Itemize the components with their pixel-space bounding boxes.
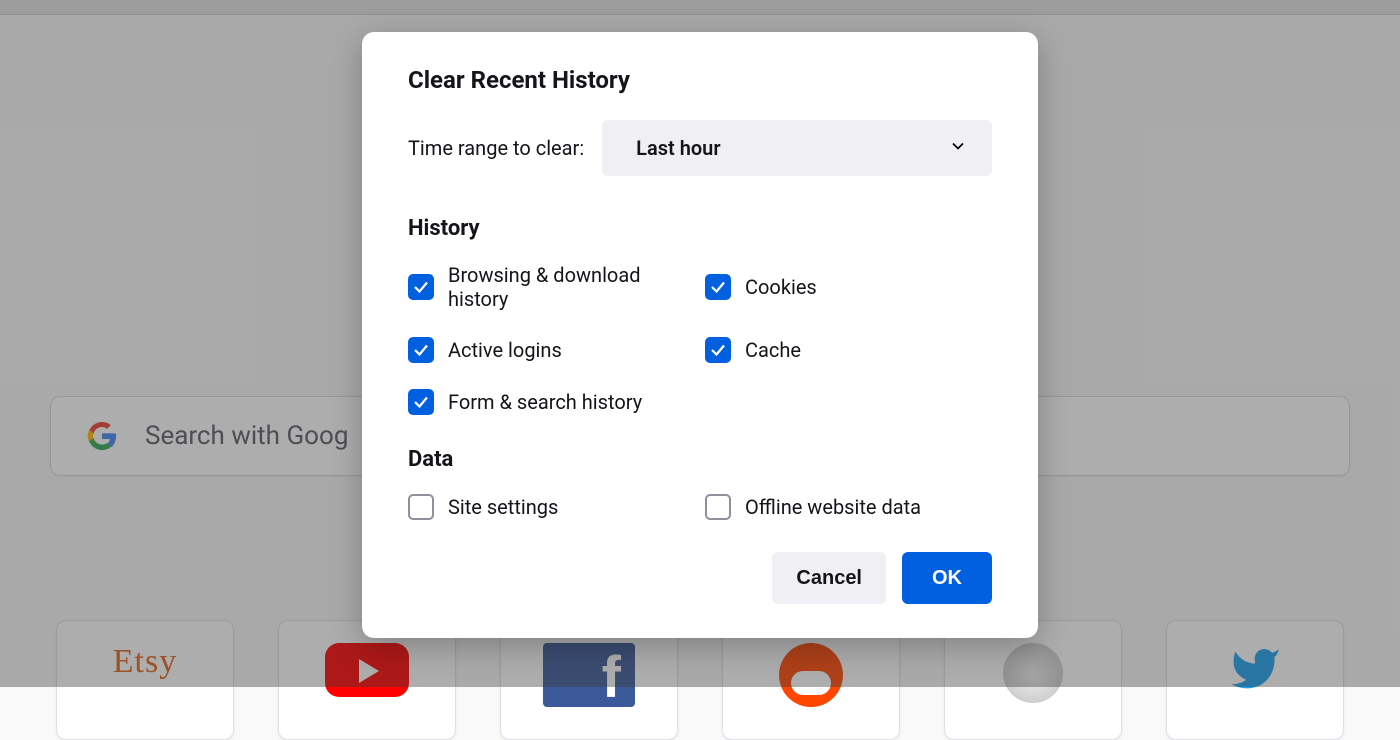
clear-history-dialog: Clear Recent History Time range to clear… — [362, 32, 1038, 638]
checkbox-site-settings[interactable]: Site settings — [408, 494, 695, 520]
checkbox-cookies[interactable]: Cookies — [705, 263, 992, 311]
ok-button[interactable]: OK — [902, 552, 992, 604]
time-range-row: Time range to clear: Last hour — [408, 120, 992, 176]
checkbox-icon — [705, 494, 731, 520]
history-options: Browsing & download history Cookies Acti… — [408, 263, 992, 415]
data-options: Site settings Offline website data — [408, 494, 992, 520]
chevron-down-icon — [948, 136, 968, 161]
checkbox-form-search[interactable]: Form & search history — [408, 389, 695, 415]
data-heading: Data — [408, 447, 992, 472]
checkbox-offline-data[interactable]: Offline website data — [705, 494, 992, 520]
checkbox-label: Active logins — [448, 338, 562, 362]
dialog-buttons: Cancel OK — [408, 552, 992, 604]
dialog-title: Clear Recent History — [408, 66, 992, 94]
checkbox-label: Cache — [745, 338, 801, 362]
checkbox-label: Form & search history — [448, 390, 642, 414]
checkbox-label: Site settings — [448, 495, 558, 519]
checkbox-icon — [408, 494, 434, 520]
time-range-value: Last hour — [636, 136, 720, 160]
checkbox-icon — [705, 337, 731, 363]
checkbox-active-logins[interactable]: Active logins — [408, 337, 695, 363]
checkbox-cache[interactable]: Cache — [705, 337, 992, 363]
history-heading: History — [408, 216, 992, 241]
checkbox-icon — [408, 274, 434, 300]
checkbox-icon — [705, 274, 731, 300]
cancel-button[interactable]: Cancel — [772, 552, 886, 604]
time-range-label: Time range to clear: — [408, 136, 584, 160]
checkbox-icon — [408, 389, 434, 415]
time-range-select[interactable]: Last hour — [602, 120, 992, 176]
checkbox-label: Browsing & download history — [448, 263, 695, 311]
checkbox-label: Offline website data — [745, 495, 921, 519]
checkbox-icon — [408, 337, 434, 363]
checkbox-browsing-download[interactable]: Browsing & download history — [408, 263, 695, 311]
checkbox-label: Cookies — [745, 275, 817, 299]
